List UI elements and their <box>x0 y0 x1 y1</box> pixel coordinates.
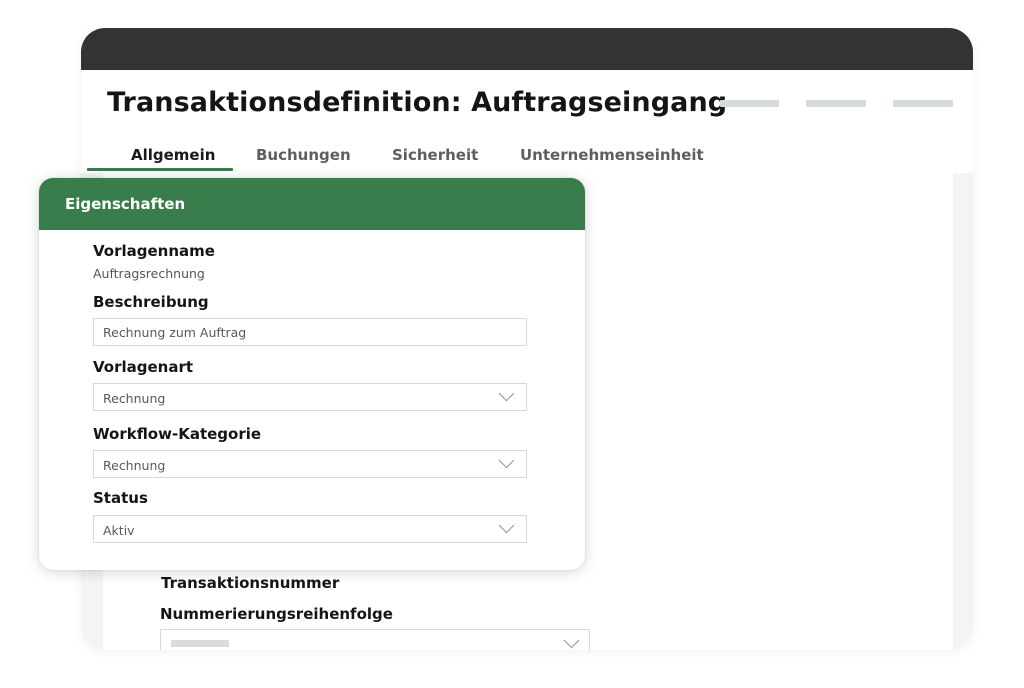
chevron-down-icon <box>498 452 515 469</box>
workflow-category-select[interactable]: Rechnung <box>93 450 527 478</box>
numbering-order-select[interactable] <box>160 629 590 650</box>
template-type-select[interactable]: Rechnung <box>93 383 527 411</box>
chevron-down-icon <box>563 632 580 649</box>
properties-panel: Eigenschaften Vorlagenname Auftragsrechn… <box>39 178 585 570</box>
status-label: Status <box>93 489 148 507</box>
header-placeholder-bar <box>893 100 953 107</box>
status-select[interactable]: Aktiv <box>93 515 527 543</box>
page-title: Transaktionsdefinition: Auftragseingang <box>107 87 728 118</box>
chevron-down-icon <box>498 517 515 534</box>
tab-sicherheit[interactable]: Sicherheit <box>392 146 478 164</box>
active-tab-indicator <box>87 168 233 171</box>
header-placeholder-bar <box>806 100 866 107</box>
workflow-category-label: Workflow-Kategorie <box>93 425 262 443</box>
tab-unternehmenseinheit[interactable]: Unternehmenseinheit <box>520 146 704 164</box>
status-value: Aktiv <box>103 523 135 538</box>
workflow-category-value: Rechnung <box>103 458 166 473</box>
header-placeholder-bar <box>720 100 779 107</box>
panel-title: Eigenschaften <box>39 178 585 230</box>
select-value-placeholder <box>171 640 229 647</box>
chevron-down-icon <box>498 385 515 402</box>
template-type-value: Rechnung <box>103 391 166 406</box>
description-label: Beschreibung <box>93 293 209 311</box>
tab-bar: Allgemein Buchungen Sicherheit Unternehm… <box>81 133 973 173</box>
numbering-order-label: Nummerierungsreihenfolge <box>160 605 393 623</box>
template-type-label: Vorlagenart <box>93 358 194 376</box>
template-name-value: Auftragsrechnung <box>93 266 205 281</box>
tab-allgemein[interactable]: Allgemein <box>131 146 215 164</box>
transaction-number-label: Transaktionsnummer <box>161 574 340 592</box>
description-input[interactable] <box>93 318 527 346</box>
tab-buchungen[interactable]: Buchungen <box>256 146 351 164</box>
template-name-label: Vorlagenname <box>93 242 215 260</box>
window-titlebar <box>81 28 973 70</box>
